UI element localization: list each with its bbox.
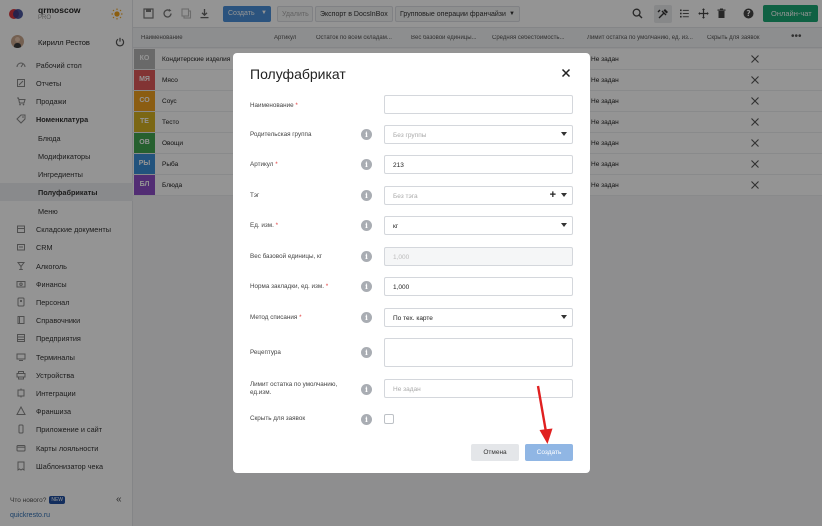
chevron-down-icon — [561, 223, 567, 227]
base-weight-input: 1,000 — [384, 247, 573, 266]
hide-for-requests-label: Скрыть для заявок — [250, 415, 306, 422]
norm-label: Норма закладки, ед. изм. * — [250, 283, 348, 291]
parent-group-select[interactable]: Без группы — [384, 125, 573, 144]
modal-title: Полуфабрикат — [250, 66, 346, 82]
tag-value: Без тэга — [393, 193, 418, 200]
article-input[interactable]: 213 — [384, 155, 573, 174]
tag-label: Тэг — [250, 192, 260, 199]
name-input[interactable] — [384, 95, 573, 114]
chevron-down-icon — [561, 132, 567, 136]
required-mark: * — [299, 314, 302, 321]
article-label: Артикул * — [250, 161, 348, 169]
write-off-method-label: Метод списания * — [250, 314, 348, 322]
name-label-text: Наименование — [250, 102, 294, 109]
info-icon[interactable]: i — [361, 251, 372, 262]
norm-label-text: Норма закладки, ед. изм. — [250, 283, 324, 290]
stock-limit-input[interactable]: Не задан — [384, 379, 573, 398]
info-icon[interactable]: i — [361, 384, 372, 395]
stock-limit-label: Лимит остатка по умолчанию, ед.изм. — [250, 381, 338, 396]
parent-group-value: Без группы — [393, 132, 427, 139]
unit-label: Ед. изм. * — [250, 222, 348, 230]
semi-finished-modal: Полуфабрикат Наименование * Родительская… — [233, 53, 590, 473]
unit-value: кг — [393, 223, 399, 230]
hide-for-requests-checkbox[interactable] — [384, 414, 394, 424]
info-icon[interactable]: i — [361, 220, 372, 231]
close-icon[interactable] — [561, 68, 571, 78]
chevron-down-icon — [561, 315, 567, 319]
required-mark: * — [325, 283, 329, 290]
recipe-label: Рецептура — [250, 349, 281, 356]
info-icon[interactable]: i — [361, 190, 372, 201]
write-off-method-value: По тех. карте — [393, 315, 433, 322]
unit-label-text: Ед. изм. — [250, 222, 274, 229]
info-icon[interactable]: i — [361, 414, 372, 425]
info-icon[interactable]: i — [361, 312, 372, 323]
required-mark: * — [275, 222, 279, 229]
base-weight-label: Вес базовой единицы, кг — [250, 253, 323, 260]
add-tag-icon[interactable]: + — [550, 189, 556, 201]
info-icon[interactable]: i — [361, 159, 372, 170]
chevron-down-icon — [561, 193, 567, 197]
cancel-button[interactable]: Отмена — [471, 444, 519, 461]
unit-select[interactable]: кг — [384, 216, 573, 235]
write-off-method-label-text: Метод списания — [250, 314, 298, 321]
tag-select[interactable]: Без тэга + — [384, 186, 573, 205]
recipe-input[interactable] — [384, 338, 573, 367]
article-label-text: Артикул — [250, 161, 274, 168]
create-submit-button[interactable]: Создать — [525, 444, 573, 461]
info-icon[interactable]: i — [361, 129, 372, 140]
required-mark: * — [295, 102, 298, 109]
required-mark: * — [275, 161, 278, 168]
name-label: Наименование * — [250, 102, 348, 110]
parent-group-label: Родительская группа — [250, 131, 312, 138]
info-icon[interactable]: i — [361, 281, 372, 292]
norm-input[interactable]: 1,000 — [384, 277, 573, 296]
write-off-method-select[interactable]: По тех. карте — [384, 308, 573, 327]
info-icon[interactable]: i — [361, 347, 372, 358]
